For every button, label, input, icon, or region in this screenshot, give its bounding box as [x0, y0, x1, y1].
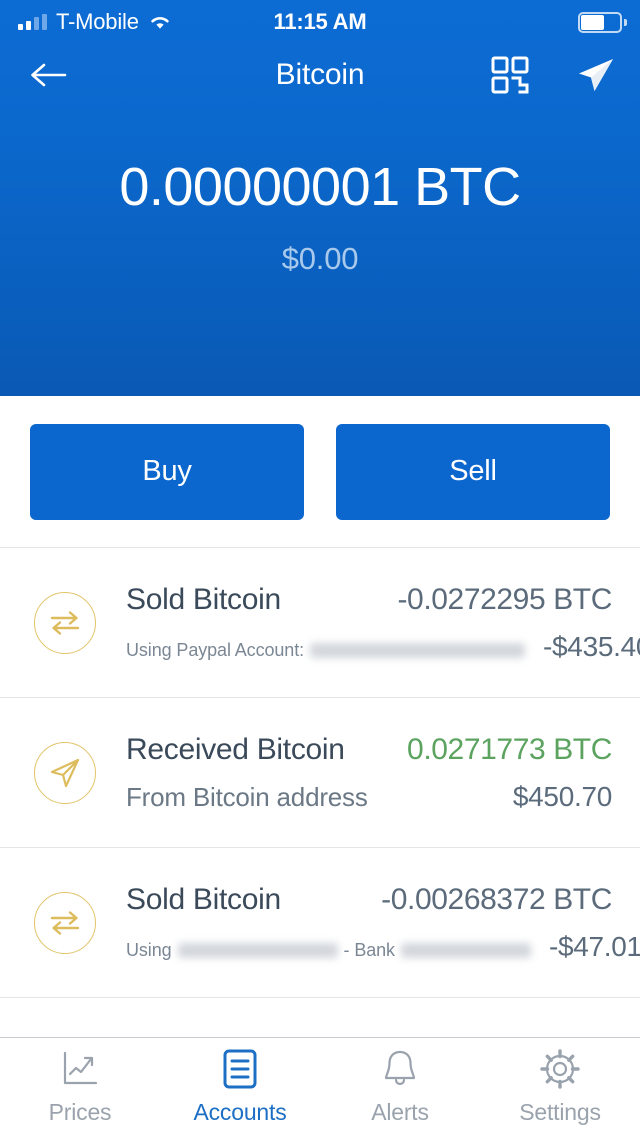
tab-accounts[interactable]: Accounts	[160, 1038, 320, 1136]
transaction-subtitle: From Bitcoin address	[126, 782, 368, 813]
balance-block: 0.00000001 BTC $0.00	[0, 157, 640, 277]
transaction-title: Received Bitcoin	[126, 732, 345, 766]
transaction-secondary-line: Using - Bank -$47.01	[126, 931, 640, 963]
document-icon	[222, 1048, 258, 1090]
transaction-primary-line: Sold Bitcoin -0.00268372 BTC	[126, 883, 612, 917]
transaction-crypto-amount: -0.00268372 BTC	[381, 882, 612, 916]
transaction-row[interactable]: Received Bitcoin 0.0271773 BTC From Bitcoi…	[0, 698, 640, 848]
balance-crypto-amount: 0.00000001 BTC	[119, 157, 521, 217]
transaction-subtitle-text: Using Paypal Account:	[126, 639, 305, 660]
transaction-fiat-amount: -$47.01	[548, 930, 640, 962]
exchange-arrows-icon	[50, 910, 80, 935]
bell-icon	[382, 1048, 418, 1090]
bell-icon	[384, 1050, 416, 1086]
chart-line-icon	[61, 1048, 99, 1090]
navigation-actions	[490, 55, 616, 95]
buy-button[interactable]: Buy	[30, 423, 304, 520]
list-bottom-spacer	[0, 1003, 640, 1037]
transaction-row[interactable]: Sold Bitcoin -0.0272295 BTC Using Paypal A…	[0, 548, 640, 698]
navigation-bar: Bitcoin	[0, 44, 640, 106]
transaction-crypto-amount: -0.0272295 BTC	[397, 582, 612, 616]
signal-bars-icon	[18, 14, 47, 30]
transaction-type-icon	[34, 891, 96, 954]
wifi-icon	[148, 13, 172, 31]
transaction-subtitle-text: Using	[126, 939, 172, 960]
transaction-primary-line: Sold Bitcoin -0.0272295 BTC	[126, 583, 612, 617]
transaction-subtitle-text-2: - Bank	[343, 939, 396, 960]
status-bar-right	[578, 11, 627, 33]
transaction-title: Sold Bitcoin	[126, 582, 281, 616]
document-icon	[223, 1049, 257, 1089]
battery-icon	[578, 11, 627, 33]
status-bar-left: T-Mobile	[18, 9, 172, 35]
transaction-subtitle: Using - Bank	[126, 940, 537, 961]
tab-label: Accounts	[193, 1099, 287, 1125]
redacted-text	[177, 942, 338, 958]
gear-icon	[540, 1048, 580, 1090]
transaction-body: Sold Bitcoin -0.00268372 BTC Using - Bank -$…	[126, 883, 640, 963]
transaction-body: Received Bitcoin 0.0271773 BTC From Bitcoi…	[126, 733, 612, 813]
bottom-tab-bar: Prices Accounts Alerts Settings	[0, 1037, 640, 1136]
transaction-secondary-line: Using Paypal Account: -$435.40	[126, 631, 640, 663]
transaction-subtitle: Using Paypal Account:	[126, 640, 531, 661]
transaction-type-icon	[34, 591, 96, 654]
qr-code-icon	[491, 56, 529, 94]
transaction-fiat-amount: -$435.40	[543, 630, 640, 662]
send-button[interactable]	[576, 55, 616, 95]
tab-label: Alerts	[371, 1099, 429, 1125]
transaction-crypto-amount: 0.0271773 BTC	[407, 732, 612, 766]
carrier-label: T-Mobile	[56, 9, 139, 34]
transaction-title: Sold Bitcoin	[126, 882, 281, 916]
action-buttons-bar: Buy Sell	[0, 396, 640, 548]
sell-button[interactable]: Sell	[336, 423, 610, 520]
transaction-primary-line: Received Bitcoin 0.0271773 BTC	[126, 733, 612, 767]
balance-fiat-amount: $0.00	[281, 241, 359, 277]
status-bar: T-Mobile 11:15 AM	[0, 0, 640, 44]
tab-alerts[interactable]: Alerts	[320, 1038, 480, 1136]
tab-prices[interactable]: Prices	[0, 1038, 160, 1136]
redacted-text	[310, 642, 526, 658]
account-header: T-Mobile 11:15 AM Bitcoin 0.00000001 BTC…	[0, 0, 640, 396]
arrow-left-icon	[31, 63, 67, 87]
qr-code-button[interactable]	[490, 55, 530, 95]
exchange-arrows-icon	[50, 610, 80, 635]
tab-label: Prices	[48, 1099, 112, 1125]
tab-label: Settings	[519, 1099, 601, 1125]
transaction-body: Sold Bitcoin -0.0272295 BTC Using Paypal A…	[126, 583, 640, 663]
send-paper-plane-icon	[50, 758, 80, 787]
redacted-text	[400, 942, 531, 958]
transaction-type-icon	[34, 741, 96, 804]
transaction-fiat-amount: $450.70	[512, 780, 612, 812]
app-root: T-Mobile 11:15 AM Bitcoin 0.00000001 BTC…	[0, 0, 640, 1136]
back-button[interactable]	[24, 51, 72, 99]
transaction-list: Sold Bitcoin -0.0272295 BTC Using Paypal A…	[0, 548, 640, 1003]
chart-line-icon	[63, 1051, 98, 1085]
tab-settings[interactable]: Settings	[480, 1038, 640, 1136]
send-paper-plane-icon	[579, 59, 613, 91]
transaction-row[interactable]: Sold Bitcoin -0.00268372 BTC Using - Bank -$…	[0, 848, 640, 998]
transaction-secondary-line: From Bitcoin address $450.70	[126, 781, 612, 813]
transaction-subtitle-text: From Bitcoin address	[126, 781, 368, 812]
gear-icon	[540, 1049, 580, 1089]
